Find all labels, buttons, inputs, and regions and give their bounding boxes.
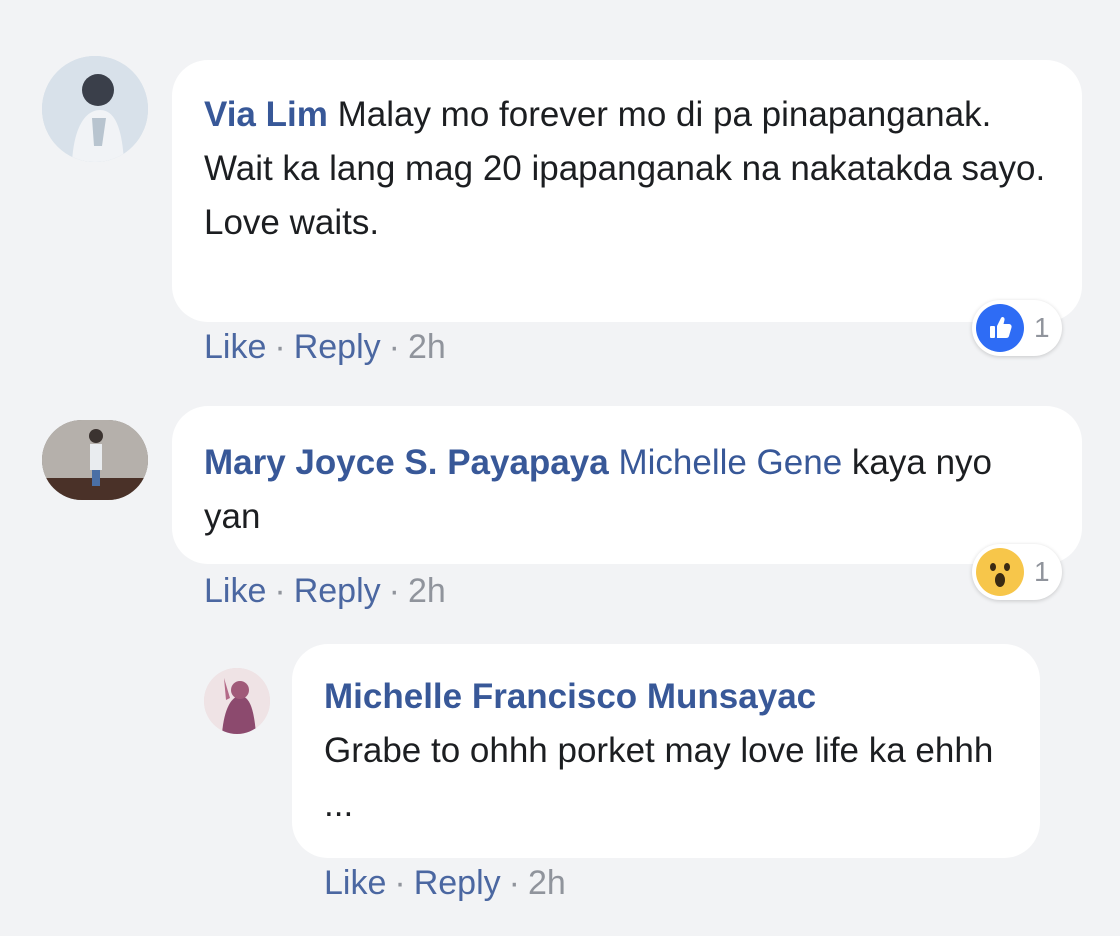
reply-button[interactable]: Reply <box>294 572 381 610</box>
reaction-summary[interactable]: 1 <box>972 300 1062 356</box>
comment-actions: Like · Reply · 2h <box>204 572 446 611</box>
comment-bubble: Mary Joyce S. Payapaya Michelle Gene kay… <box>172 406 1082 564</box>
separator-dot: · <box>388 572 400 610</box>
like-button[interactable]: Like <box>204 572 266 610</box>
reaction-summary[interactable]: 1 <box>972 544 1062 600</box>
separator-dot: · <box>388 328 400 366</box>
separator-dot: · <box>508 864 520 902</box>
reaction-count: 1 <box>1034 556 1050 587</box>
like-button[interactable]: Like <box>204 328 266 366</box>
mention-link[interactable]: Michelle Gene <box>618 443 842 482</box>
wow-icon <box>976 548 1024 596</box>
avatar[interactable] <box>204 668 270 734</box>
separator-dot: · <box>274 328 286 366</box>
reply-timestamp[interactable]: 2h <box>528 864 566 902</box>
comment-body: Malay mo forever mo di pa pinapanganak. … <box>204 95 1046 242</box>
avatar[interactable] <box>42 420 148 500</box>
comment-text: Mary Joyce S. Payapaya Michelle Gene kay… <box>204 436 1048 544</box>
separator-dot: · <box>274 572 286 610</box>
reply-body: Grabe to ohhh porket may love life ka eh… <box>324 731 994 824</box>
comment-timestamp[interactable]: 2h <box>408 328 446 366</box>
comment-text: Via Lim Malay mo forever mo di pa pinapa… <box>204 88 1048 250</box>
comment-author[interactable]: Mary Joyce S. Payapaya <box>204 443 609 482</box>
reply-author[interactable]: Michelle Francisco Munsayac <box>324 670 1008 724</box>
reply-bubble: Michelle Francisco Munsayac Grabe to ohh… <box>292 644 1040 858</box>
like-icon <box>976 304 1024 352</box>
comment-timestamp[interactable]: 2h <box>408 572 446 610</box>
avatar-photo <box>204 668 270 734</box>
comment-actions: Like · Reply · 2h <box>204 328 446 367</box>
comment-bubble: Via Lim Malay mo forever mo di pa pinapa… <box>172 60 1082 322</box>
reply-button[interactable]: Reply <box>414 864 501 902</box>
reply-button[interactable]: Reply <box>294 328 381 366</box>
reply-text: Michelle Francisco Munsayac Grabe to ohh… <box>324 670 1008 832</box>
comment-author[interactable]: Via Lim <box>204 95 328 134</box>
avatar-photo <box>42 56 148 162</box>
avatar-photo <box>42 420 148 500</box>
reply-actions: Like · Reply · 2h <box>324 864 566 903</box>
reaction-count: 1 <box>1034 312 1050 343</box>
avatar[interactable] <box>42 56 148 162</box>
like-button[interactable]: Like <box>324 864 386 902</box>
separator-dot: · <box>394 864 406 902</box>
